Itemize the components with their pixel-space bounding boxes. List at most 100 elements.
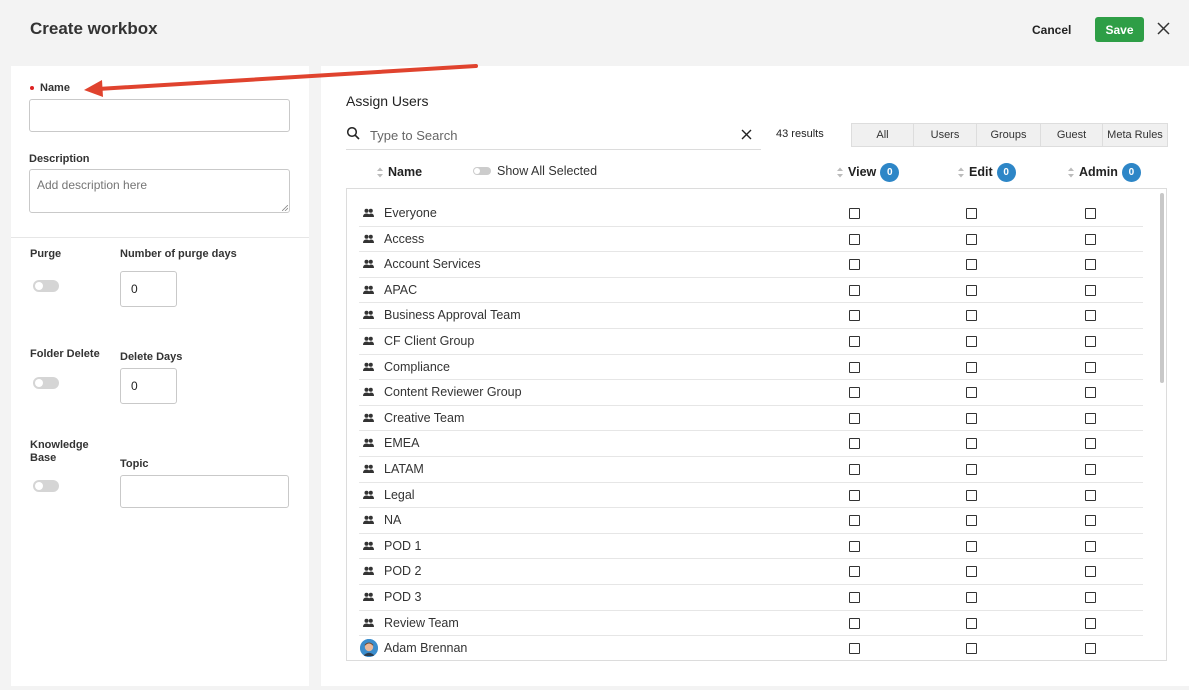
- show-all-switch[interactable]: [473, 167, 491, 175]
- delete-days-input[interactable]: [120, 368, 177, 404]
- filter-tab-all[interactable]: All: [852, 124, 914, 146]
- view-checkbox[interactable]: [849, 540, 860, 552]
- edit-checkbox[interactable]: [966, 489, 977, 501]
- admin-column-header[interactable]: Admin 0: [1067, 162, 1141, 182]
- admin-checkbox[interactable]: [1085, 540, 1096, 552]
- row-name: Review Team: [384, 615, 459, 630]
- admin-checkbox[interactable]: [1085, 336, 1096, 347]
- edit-checkbox[interactable]: [966, 438, 977, 450]
- name-input[interactable]: [29, 99, 290, 132]
- view-checkbox[interactable]: [849, 592, 860, 603]
- view-checkbox[interactable]: [849, 208, 860, 219]
- save-button[interactable]: Save: [1095, 17, 1144, 42]
- admin-checkbox[interactable]: [1085, 284, 1096, 296]
- admin-checkbox[interactable]: [1085, 515, 1096, 527]
- view-checkbox[interactable]: [849, 284, 860, 296]
- admin-checkbox[interactable]: [1085, 566, 1096, 578]
- edit-checkbox[interactable]: [966, 336, 977, 347]
- view-count-badge: 0: [880, 162, 900, 182]
- group-icon: [363, 618, 374, 627]
- search-icon: [346, 126, 360, 140]
- view-checkbox[interactable]: [849, 643, 860, 655]
- admin-checkbox[interactable]: [1085, 464, 1096, 475]
- view-checkbox[interactable]: [849, 438, 860, 450]
- admin-checkbox[interactable]: [1085, 208, 1096, 219]
- topic-input[interactable]: [120, 475, 289, 508]
- knowledge-base-toggle[interactable]: [33, 480, 59, 492]
- edit-checkbox[interactable]: [966, 387, 977, 399]
- view-column-header[interactable]: View 0: [836, 162, 900, 182]
- name-column-header[interactable]: Name: [376, 163, 422, 181]
- description-textarea[interactable]: [29, 169, 290, 213]
- admin-checkbox[interactable]: [1085, 592, 1096, 603]
- edit-checkbox[interactable]: [966, 259, 977, 271]
- table-row: POD 2: [359, 559, 1143, 585]
- admin-checkbox[interactable]: [1085, 412, 1096, 424]
- edit-checkbox[interactable]: [966, 566, 977, 578]
- edit-checkbox[interactable]: [966, 208, 977, 219]
- view-checkbox[interactable]: [849, 310, 860, 322]
- admin-checkbox[interactable]: [1085, 617, 1096, 629]
- edit-checkbox[interactable]: [966, 592, 977, 603]
- group-icon: [363, 336, 374, 345]
- row-name: Adam Brennan: [384, 641, 468, 656]
- view-checkbox[interactable]: [849, 387, 860, 399]
- row-name: CF Client Group: [384, 334, 475, 348]
- filter-tab-users[interactable]: Users: [914, 124, 977, 146]
- filter-tab-groups[interactable]: Groups: [977, 124, 1041, 146]
- users-table: Everyone Access Account Services APAC Busine…: [346, 188, 1167, 661]
- resize-grip-icon[interactable]: [282, 205, 288, 211]
- edit-checkbox[interactable]: [966, 361, 977, 373]
- filter-tab-guest[interactable]: Guest: [1041, 124, 1103, 146]
- table-row: CF Client Group: [359, 329, 1143, 355]
- view-checkbox[interactable]: [849, 566, 860, 578]
- edit-checkbox[interactable]: [966, 284, 977, 296]
- cancel-button[interactable]: Cancel: [1022, 18, 1081, 42]
- view-checkbox[interactable]: [849, 259, 860, 271]
- clear-search-icon[interactable]: [740, 128, 753, 141]
- admin-checkbox[interactable]: [1085, 387, 1096, 399]
- edit-checkbox[interactable]: [966, 412, 977, 424]
- admin-checkbox[interactable]: [1085, 259, 1096, 271]
- show-all-selected-toggle[interactable]: Show All Selected: [473, 164, 597, 178]
- view-checkbox[interactable]: [849, 412, 860, 424]
- edit-checkbox[interactable]: [966, 310, 977, 322]
- edit-checkbox[interactable]: [966, 643, 977, 655]
- admin-checkbox[interactable]: [1085, 310, 1096, 322]
- view-checkbox[interactable]: [849, 336, 860, 347]
- name-label: Name: [40, 82, 70, 94]
- admin-checkbox[interactable]: [1085, 438, 1096, 450]
- table-scrollbar[interactable]: [1160, 193, 1164, 383]
- edit-checkbox[interactable]: [966, 233, 977, 245]
- sort-icon: [1068, 167, 1074, 177]
- view-checkbox[interactable]: [849, 233, 860, 245]
- close-icon[interactable]: [1155, 19, 1173, 39]
- table-row: Content Reviewer Group: [359, 380, 1143, 406]
- edit-column-header[interactable]: Edit 0: [957, 162, 1016, 182]
- group-icon: [363, 567, 374, 576]
- edit-checkbox[interactable]: [966, 464, 977, 475]
- row-name: Everyone: [384, 206, 437, 220]
- view-checkbox[interactable]: [849, 361, 860, 373]
- sort-icon: [837, 167, 843, 177]
- row-name: Compliance: [384, 359, 451, 374]
- filter-tab-meta-rules[interactable]: Meta Rules: [1103, 124, 1167, 146]
- view-checkbox[interactable]: [849, 617, 860, 629]
- group-icon: [363, 413, 374, 422]
- admin-checkbox[interactable]: [1085, 233, 1096, 245]
- folder-delete-toggle[interactable]: [33, 377, 59, 389]
- view-checkbox[interactable]: [849, 489, 860, 501]
- admin-checkbox[interactable]: [1085, 643, 1096, 655]
- search-input[interactable]: [370, 124, 730, 146]
- edit-checkbox[interactable]: [966, 540, 977, 552]
- row-name: Access: [384, 231, 425, 246]
- table-row: Legal: [359, 483, 1143, 509]
- edit-checkbox[interactable]: [966, 617, 977, 629]
- edit-checkbox[interactable]: [966, 515, 977, 527]
- purge-days-input[interactable]: [120, 271, 177, 307]
- admin-checkbox[interactable]: [1085, 361, 1096, 373]
- admin-checkbox[interactable]: [1085, 489, 1096, 501]
- view-checkbox[interactable]: [849, 515, 860, 527]
- view-checkbox[interactable]: [849, 464, 860, 475]
- purge-toggle[interactable]: [33, 280, 59, 292]
